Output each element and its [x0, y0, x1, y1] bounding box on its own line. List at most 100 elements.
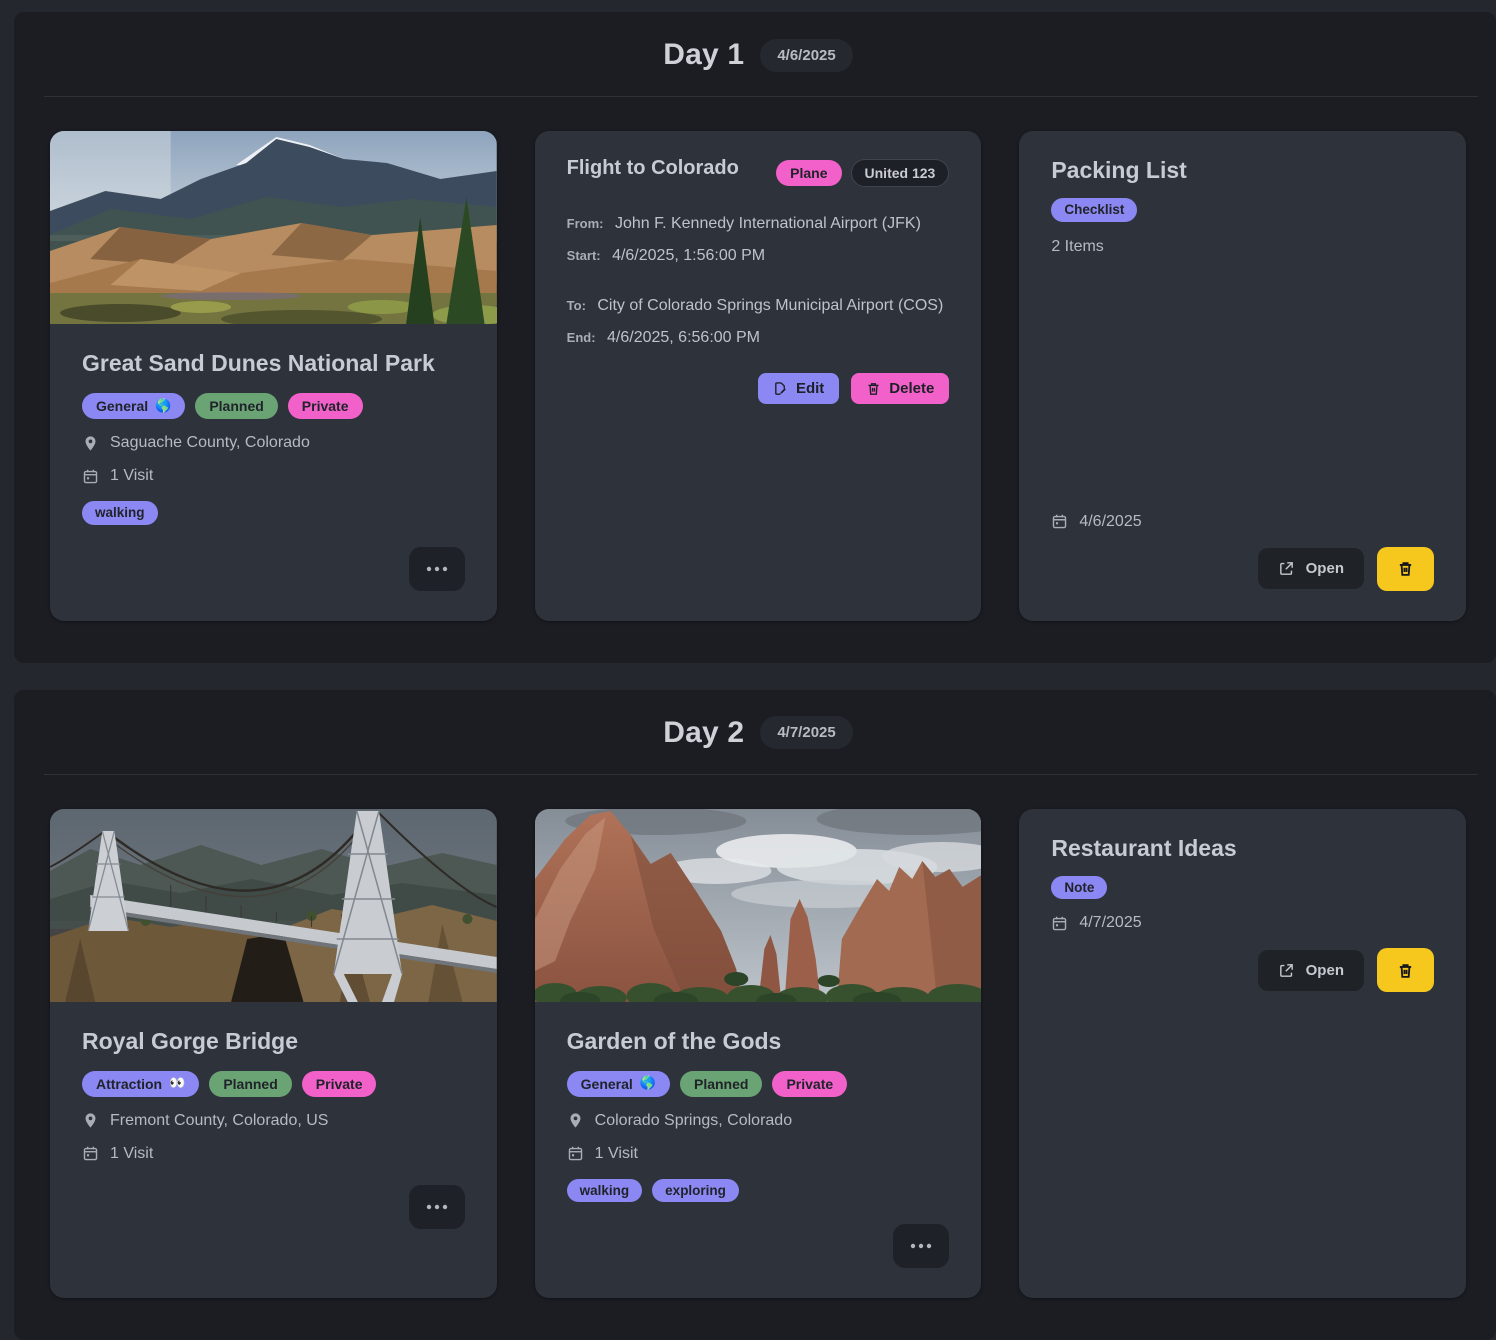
flight-end-row: End: 4/6/2025, 6:56:00 PM [567, 329, 950, 347]
trash-icon [866, 381, 881, 396]
location-text: Colorado Springs, Colorado [595, 1112, 792, 1130]
day-date-badge: 4/7/2025 [760, 716, 852, 749]
itinerary-page: Day 1 4/6/2025 [0, 0, 1496, 1340]
sand-dunes-photo [50, 131, 497, 324]
visits-row: 1 Visit [82, 467, 465, 485]
visits-text: 1 Visit [595, 1145, 638, 1163]
eyes-emoji-icon: 👀 [169, 1076, 185, 1091]
items-count: 2 Items [1051, 238, 1434, 256]
flight-head: Flight to Colorado Plane United 123 [567, 157, 950, 187]
external-link-icon [1278, 560, 1295, 577]
from-value: John F. Kennedy International Airport (J… [615, 215, 921, 232]
delete-button[interactable]: Delete [851, 373, 949, 404]
place-title: Garden of the Gods [567, 1028, 950, 1055]
flight-to-row: To: City of Colorado Springs Municipal A… [567, 297, 950, 315]
globe-emoji-icon: 🌎 [640, 1076, 656, 1091]
activity-tag-walking: walking [82, 501, 158, 525]
royal-gorge-photo-art [50, 809, 497, 1002]
delete-checklist-button[interactable] [1377, 547, 1434, 591]
start-label: Start: [567, 248, 601, 263]
globe-emoji-icon: 🌎 [155, 399, 171, 414]
day-1-cards: Great Sand Dunes National Park General🌎 … [50, 131, 1466, 621]
tag-private: Private [302, 1071, 377, 1097]
location-text: Saguache County, Colorado [110, 434, 310, 452]
open-button[interactable]: Open [1258, 548, 1364, 589]
tag-planned: Planned [680, 1071, 762, 1097]
edit-button[interactable]: Edit [758, 373, 839, 404]
calendar-icon [567, 1145, 584, 1162]
end-value: 4/6/2025, 6:56:00 PM [607, 329, 760, 346]
from-label: From: [567, 216, 604, 231]
flight-card: Flight to Colorado Plane United 123 From… [535, 131, 982, 621]
more-options-button[interactable] [409, 1185, 465, 1229]
day-2-header: Day 2 4/7/2025 [50, 708, 1466, 750]
day-title: Day 1 [663, 38, 744, 72]
spacer [1051, 256, 1434, 498]
checklist-card: Packing List Checklist 2 Items 4/6/2025 [1019, 131, 1466, 621]
flight-actions: Edit Delete [567, 373, 950, 404]
tag-planned: Planned [195, 393, 277, 419]
day-divider [44, 96, 1478, 97]
calendar-icon [1051, 513, 1068, 530]
note-date: 4/7/2025 [1079, 914, 1141, 932]
tag-planned: Planned [209, 1071, 291, 1097]
checklist-actions: Open [1051, 547, 1434, 591]
tag-general: General🌎 [82, 393, 185, 419]
note-card: Restaurant Ideas Note 4/7/2025 [1019, 809, 1466, 1299]
ellipsis-icon [426, 1204, 448, 1210]
place-title: Royal Gorge Bridge [82, 1028, 465, 1055]
sand-dunes-photo-art [50, 131, 497, 324]
note-type-tag: Note [1051, 876, 1107, 900]
location-text: Fremont County, Colorado, US [110, 1112, 328, 1130]
place-tags: General🌎 Planned Private [82, 393, 465, 419]
checklist-date-row: 4/6/2025 [1051, 513, 1434, 531]
location-pin-icon [82, 1112, 99, 1129]
delete-note-button[interactable] [1377, 948, 1434, 992]
start-value: 4/6/2025, 1:56:00 PM [612, 247, 765, 264]
place-card-royal-gorge: Royal Gorge Bridge Attraction👀 Planned P… [50, 809, 497, 1299]
spacer [1051, 992, 1434, 1268]
location-row: Saguache County, Colorado [82, 434, 465, 452]
visits-row: 1 Visit [82, 1145, 465, 1163]
location-pin-icon [82, 435, 99, 452]
royal-gorge-photo [50, 809, 497, 1002]
note-date-row: 4/7/2025 [1051, 914, 1434, 932]
flight-pills: Plane United 123 [776, 159, 949, 187]
flight-card-body: Flight to Colorado Plane United 123 From… [535, 131, 982, 621]
external-link-icon [1278, 962, 1295, 979]
place-card-body: Great Sand Dunes National Park General🌎 … [50, 324, 497, 621]
checklist-title: Packing List [1051, 157, 1434, 184]
tag-attraction: Attraction👀 [82, 1071, 199, 1097]
ellipsis-icon [910, 1243, 932, 1249]
place-card-body: Garden of the Gods General🌎 Planned Priv… [535, 1002, 982, 1299]
flight-start-row: Start: 4/6/2025, 1:56:00 PM [567, 247, 950, 265]
activity-tags: walking exploring [567, 1179, 950, 1203]
place-card-body: Royal Gorge Bridge Attraction👀 Planned P… [50, 1002, 497, 1299]
visits-text: 1 Visit [110, 1145, 153, 1163]
place-tags: General🌎 Planned Private [567, 1071, 950, 1097]
location-row: Fremont County, Colorado, US [82, 1112, 465, 1130]
checklist-date: 4/6/2025 [1079, 513, 1141, 531]
note-title: Restaurant Ideas [1051, 835, 1434, 862]
more-options-button[interactable] [893, 1224, 949, 1268]
tag-private: Private [288, 393, 363, 419]
day-date-badge: 4/6/2025 [760, 39, 852, 72]
more-options-button[interactable] [409, 547, 465, 591]
place-card-garden-of-the-gods: Garden of the Gods General🌎 Planned Priv… [535, 809, 982, 1299]
activity-tag-walking: walking [567, 1179, 643, 1203]
checklist-card-body: Packing List Checklist 2 Items 4/6/2025 [1019, 131, 1466, 621]
edit-document-icon [773, 381, 788, 396]
day-divider [44, 774, 1478, 775]
end-label: End: [567, 330, 596, 345]
day-2-cards: Royal Gorge Bridge Attraction👀 Planned P… [50, 809, 1466, 1299]
garden-photo-art [535, 809, 982, 1002]
visits-row: 1 Visit [567, 1145, 950, 1163]
flight-mode-tag: Plane [776, 160, 841, 186]
trash-icon [1397, 962, 1414, 979]
location-row: Colorado Springs, Colorado [567, 1112, 950, 1130]
open-button[interactable]: Open [1258, 950, 1364, 991]
flight-number-badge: United 123 [851, 159, 950, 187]
checklist-type-tag: Checklist [1051, 198, 1137, 222]
place-title: Great Sand Dunes National Park [82, 350, 465, 377]
activity-tag-exploring: exploring [652, 1179, 739, 1203]
